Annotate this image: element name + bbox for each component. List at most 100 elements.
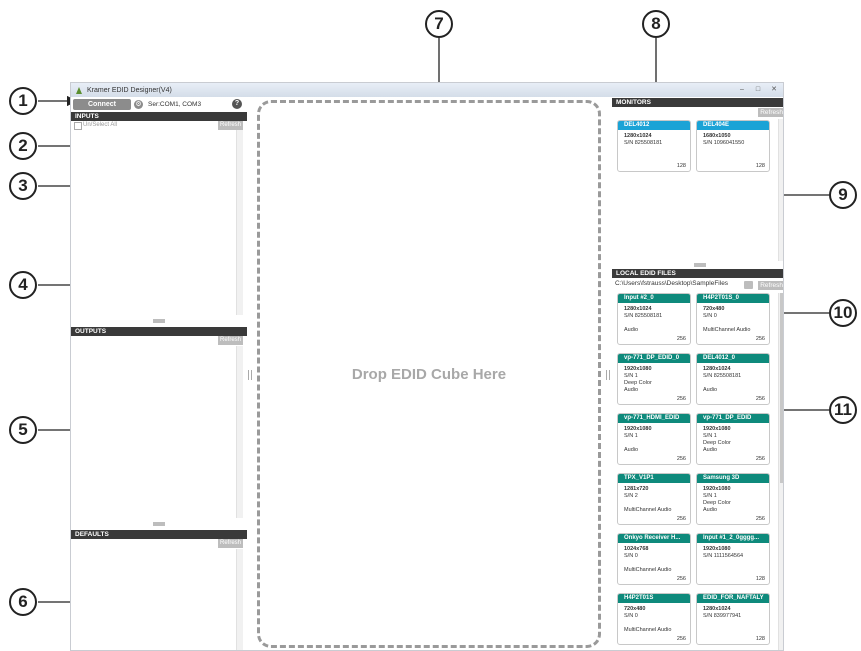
edid-card-feature bbox=[703, 147, 769, 154]
edid-card-resolution: 1024x768 bbox=[624, 546, 649, 552]
local-edid-scrollbar[interactable] bbox=[778, 293, 783, 650]
edid-card-body: 1280x1024 S/N 839977941 bbox=[697, 603, 769, 627]
edid-card[interactable]: vp-771_HDMI_EDID 1920x1080 S/N 1 Audio 256 bbox=[617, 413, 691, 465]
edid-card-resolution: 1920x1080 bbox=[703, 426, 731, 432]
edid-card-title: H4P2T01S_0 bbox=[697, 294, 769, 303]
edid-card-body: 1281x720 S/N 2 MultiChannel Audio bbox=[618, 483, 690, 514]
outputs-scrollbar[interactable] bbox=[236, 346, 243, 518]
connection-bar: Connect ⚙ Ser:COM1, COM3 ? bbox=[71, 97, 247, 111]
edid-card-size: 256 bbox=[755, 516, 765, 522]
edid-card[interactable]: DEL4012_0 1280x1024 S/N 825508181 Audio 256 bbox=[696, 353, 770, 405]
edid-card-size: 256 bbox=[676, 636, 686, 642]
left-panel: Connect ⚙ Ser:COM1, COM3 ? INPUTS Un/Sel… bbox=[71, 97, 247, 650]
edid-card-title: vp-771_DP_EDID bbox=[697, 414, 769, 423]
edid-card-feature bbox=[624, 500, 690, 507]
defaults-toolbar: Refresh bbox=[71, 539, 247, 548]
minimize-button[interactable]: – bbox=[735, 85, 749, 94]
left-splitter-grip[interactable] bbox=[248, 370, 252, 380]
edid-card[interactable]: H4P2T01S 720x480 S/N 0 MultiChannel Audio 25… bbox=[617, 593, 691, 645]
callout-3: 3 bbox=[9, 172, 37, 200]
edid-card-serial: S/N 2 bbox=[624, 493, 638, 499]
edid-card-title: EDID_FOR_NAFTALY bbox=[697, 594, 769, 603]
edid-card-serial: S/N 1111564564 bbox=[703, 553, 744, 559]
edid-card-body: 1920x1080 S/N 1 Deep Color Audio bbox=[618, 363, 690, 394]
edid-card-feature bbox=[624, 560, 690, 567]
edid-card-body: 1920x1080 S/N 1 Audio bbox=[618, 423, 690, 454]
browse-folder-button[interactable] bbox=[744, 281, 753, 289]
edid-card-size: 256 bbox=[676, 336, 686, 342]
edid-card-serial: S/N 825508181 bbox=[703, 373, 742, 379]
edid-card[interactable]: Input #2_0 1280x1024 S/N 825508181 Audio 256 bbox=[617, 293, 691, 345]
inputs-outputs-splitter[interactable] bbox=[153, 319, 165, 323]
edid-card-title: vp-771_DP_EDID_0 bbox=[618, 354, 690, 363]
select-all-checkbox[interactable] bbox=[74, 122, 82, 130]
edid-card-title: DEL404E bbox=[697, 121, 769, 130]
right-splitter-grip[interactable] bbox=[606, 370, 610, 380]
edid-card-title: H4P2T01S bbox=[618, 594, 690, 603]
defaults-refresh-button[interactable]: Refresh bbox=[217, 539, 243, 548]
edid-card[interactable]: DEL4012 1280x1024 S/N 825508181 128 bbox=[617, 120, 691, 172]
edid-card-title: Input #1_2_0gggg... bbox=[697, 534, 769, 543]
gear-icon[interactable]: ⚙ bbox=[134, 99, 143, 109]
edid-card-resolution: 1920x1080 bbox=[624, 366, 652, 372]
connect-button[interactable]: Connect bbox=[73, 98, 131, 110]
local-refresh-button[interactable]: Refresh bbox=[758, 281, 783, 290]
edid-card-resolution: 1280x1024 bbox=[624, 133, 652, 139]
monitors-local-splitter[interactable] bbox=[694, 263, 706, 267]
edid-card-feature bbox=[624, 320, 690, 327]
edid-card-resolution: 720x480 bbox=[703, 306, 725, 312]
inputs-scrollbar[interactable] bbox=[236, 130, 243, 315]
port-status: Ser:COM1, COM3 bbox=[148, 100, 202, 108]
local-edid-header: LOCAL EDID FILES bbox=[612, 269, 783, 278]
edid-card-body: 1280x1024 S/N 825508181 Audio bbox=[618, 303, 690, 334]
edid-card-size: 128 bbox=[755, 163, 765, 169]
callout-1: 1 bbox=[9, 87, 37, 115]
edid-card-feature: Deep Color bbox=[703, 440, 731, 446]
drop-zone-text: Drop EDID Cube Here bbox=[351, 365, 507, 383]
inputs-refresh-button[interactable]: Refresh bbox=[217, 121, 243, 130]
help-icon[interactable]: ? bbox=[232, 99, 242, 109]
local-edid-scroll-thumb[interactable] bbox=[780, 293, 783, 483]
edid-card[interactable]: DEL404E 1680x1050 S/N 1096041550 128 bbox=[696, 120, 770, 172]
defaults-header: DEFAULTS bbox=[71, 530, 247, 539]
edid-card-size: 256 bbox=[755, 456, 765, 462]
edid-card-feature: Deep Color bbox=[703, 500, 731, 506]
edid-card-resolution: 1920x1080 bbox=[703, 546, 731, 552]
outputs-defaults-splitter[interactable] bbox=[153, 522, 165, 526]
edid-card-audio: Audio bbox=[624, 387, 639, 393]
defaults-section: DEFAULTS Refresh bbox=[71, 530, 247, 548]
edid-card[interactable]: Samsung 3D 1920x1080 S/N 1 Deep Color Audio 2… bbox=[696, 473, 770, 525]
edid-card-serial: S/N 0 bbox=[703, 313, 717, 319]
defaults-scrollbar[interactable] bbox=[236, 549, 243, 650]
edid-card[interactable]: EDID_FOR_NAFTALY 1280x1024 S/N 839977941 12… bbox=[696, 593, 770, 645]
inputs-section: INPUTS Un/Select All Refresh bbox=[71, 112, 247, 130]
callout-9: 9 bbox=[829, 181, 857, 209]
edid-card-feature bbox=[703, 380, 769, 387]
edid-card-feature bbox=[703, 320, 769, 327]
close-button[interactable]: ✕ bbox=[767, 85, 781, 94]
maximize-button[interactable]: □ bbox=[751, 85, 765, 94]
outputs-refresh-button[interactable]: Refresh bbox=[217, 336, 243, 345]
edid-card-body: 1920x1080 S/N 1 Deep Color Audio bbox=[697, 483, 769, 514]
edid-card-size: 256 bbox=[676, 516, 686, 522]
edid-card-resolution: 1680x1050 bbox=[703, 133, 731, 139]
monitors-refresh-button[interactable]: Refresh bbox=[758, 108, 783, 117]
edid-card[interactable]: vp-771_DP_EDID 1920x1080 S/N 1 Deep Color Au… bbox=[696, 413, 770, 465]
edid-card[interactable]: H4P2T01S_0 720x480 S/N 0 MultiChannel Audio… bbox=[696, 293, 770, 345]
edid-card-serial: S/N 825508181 bbox=[624, 313, 663, 319]
edid-card[interactable]: Input #1_2_0gggg... 1920x1080 S/N 11115645… bbox=[696, 533, 770, 585]
edid-card-serial: S/N 839977941 bbox=[703, 613, 742, 619]
edid-card-serial: S/N 1096041550 bbox=[703, 140, 745, 146]
drop-zone[interactable]: Drop EDID Cube Here bbox=[257, 100, 601, 648]
edid-card-serial: S/N 825508181 bbox=[624, 140, 663, 146]
edid-card[interactable]: Onkyo Receiver H... 1024x768 S/N 0 MultiCha… bbox=[617, 533, 691, 585]
edid-card[interactable]: vp-771_DP_EDID_0 1920x1080 S/N 1 Deep Color… bbox=[617, 353, 691, 405]
monitors-scrollbar[interactable] bbox=[778, 119, 783, 261]
edid-card-serial: S/N 1 bbox=[624, 433, 638, 439]
window-titlebar: Kramer EDID Designer(V4) – □ ✕ bbox=[71, 83, 783, 97]
edid-card-serial: S/N 0 bbox=[624, 613, 638, 619]
edid-card[interactable]: TPX_V1P1 1281x720 S/N 2 MultiChannel Audio 2… bbox=[617, 473, 691, 525]
edid-card-feature bbox=[624, 440, 690, 447]
edid-card-audio: Audio bbox=[703, 447, 718, 453]
callout-7: 7 bbox=[425, 10, 453, 38]
